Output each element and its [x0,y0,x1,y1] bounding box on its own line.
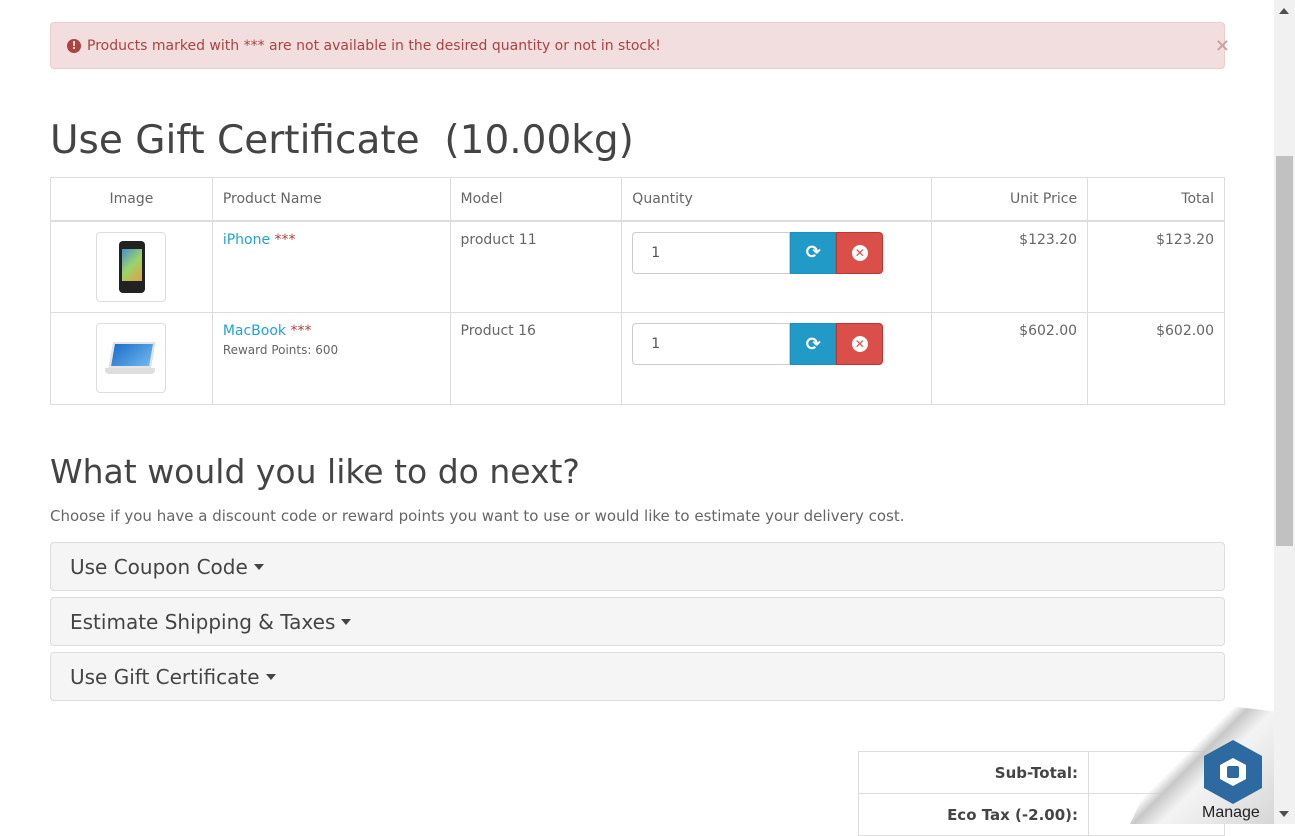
coupon-code-panel[interactable]: Use Coupon Code [50,542,1225,591]
close-icon[interactable]: × [1215,35,1230,56]
model-cell: product 11 [449,220,623,313]
total-cell: $123.20 [1087,220,1225,313]
macbook-image [109,342,156,368]
update-button[interactable]: ⟳ [790,231,837,274]
caret-down-icon [341,618,352,625]
header-product-name: Product Name [211,177,451,222]
quantity-input[interactable] [632,323,791,365]
product-name-cell: MacBook *** Reward Points: 600 [211,312,451,405]
cart-table: Image Product Name Model Quantity Unit P… [50,177,1225,405]
unit-price-cell: $123.20 [931,220,1089,313]
quantity-group: ⟳ ✕ [632,323,921,365]
header-quantity: Quantity [621,177,933,222]
remove-button[interactable]: ✕ [836,323,884,365]
update-button[interactable]: ⟳ [790,323,837,365]
header-image: Image [50,177,213,222]
caret-down-icon [253,563,264,570]
next-steps-description: Choose if you have a discount code or re… [50,507,905,525]
caret-down-icon [265,673,276,680]
product-name-cell: iPhone *** [211,220,451,313]
exclamation-circle-icon: ! [67,38,81,53]
product-thumbnail-iphone[interactable] [96,231,167,302]
product-thumbnail-macbook[interactable] [96,323,167,393]
manage-widget[interactable]: Manage [1130,696,1274,824]
remove-button[interactable]: ✕ [836,231,884,274]
quantity-cell: ⟳ ✕ [621,312,933,405]
out-of-stock-mark: *** [290,323,312,339]
shipping-taxes-panel[interactable]: Estimate Shipping & Taxes [50,597,1225,646]
header-model: Model [449,177,623,222]
header-total: Total [1087,177,1225,222]
unit-price-cell: $602.00 [931,312,1089,405]
header-unit-price: Unit Price [931,177,1089,222]
scroll-up-arrow-icon[interactable] [1279,8,1289,14]
reward-points: Reward Points: 600 [222,343,339,357]
product-image-cell [50,312,213,405]
product-link-macbook[interactable]: MacBook [223,323,286,339]
gift-certificate-panel[interactable]: Use Gift Certificate [50,652,1225,701]
next-steps-title: What would you like to do next? [50,452,580,491]
panel-title: Estimate Shipping & Taxes [70,609,336,634]
panel-title: Use Gift Certificate [70,664,260,689]
times-circle-icon: ✕ [851,336,868,352]
refresh-icon: ⟳ [805,242,821,263]
times-circle-icon: ✕ [851,244,868,261]
subtotal-label: Sub-Total: [858,751,1089,794]
quantity-cell: ⟳ ✕ [621,220,933,313]
cart-header-row: Image Product Name Model Quantity Unit P… [50,177,1225,222]
quantity-group: ⟳ ✕ [632,231,921,274]
quantity-input[interactable] [632,231,791,274]
panel-title: Use Coupon Code [70,554,248,579]
total-cell: $602.00 [1087,312,1225,405]
model-cell: Product 16 [449,312,623,405]
refresh-icon: ⟳ [805,333,821,355]
page-title: Use Gift Certificate (10.00kg) [50,118,634,163]
scroll-down-arrow-icon[interactable] [1279,811,1289,817]
eco-tax-label: Eco Tax (-2.00): [858,793,1089,836]
product-link-iphone[interactable]: iPhone [223,232,270,248]
table-row: iPhone *** product 11 ⟳ ✕ $123.2 [50,220,1225,313]
out-of-stock-mark: *** [274,231,296,248]
manage-label: Manage [1202,804,1260,821]
stock-warning-alert: ! Products marked with *** are not avail… [50,22,1230,69]
iphone-image [119,240,146,293]
table-row: MacBook *** Reward Points: 600 Product 1… [50,312,1225,405]
scrollbar-thumb[interactable] [1276,156,1293,546]
alert-text: Products marked with *** are not availab… [87,37,661,54]
product-image-cell [50,220,213,313]
